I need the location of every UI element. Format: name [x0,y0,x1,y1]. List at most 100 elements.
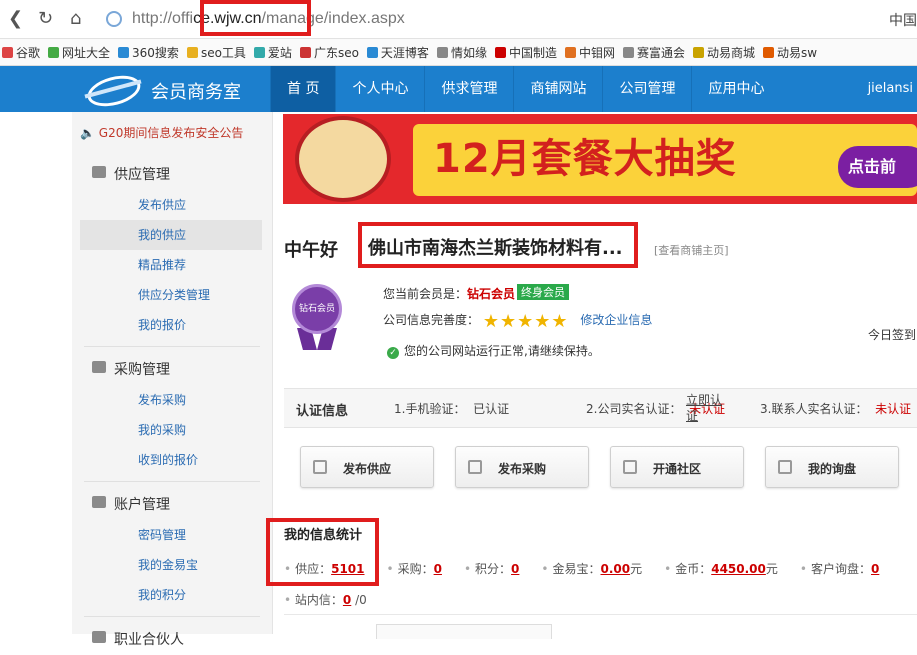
bookmark-item[interactable]: 情如缘 [436,44,487,61]
action-icon [313,460,327,474]
stat-value[interactable]: 0 [434,562,442,576]
member-level-value: 钻石会员 [467,287,516,301]
my-inquiry-button[interactable]: 我的询盘 [765,446,899,488]
back-icon[interactable]: ❮ [8,8,23,29]
greeting: 中午好 [284,240,338,261]
bookmark-icon [118,47,130,58]
view-shop-link[interactable]: [查看商铺主页] [654,242,729,258]
highlight-box-company [358,222,638,268]
bookmark-item[interactable]: 中国制造 [494,44,557,61]
nav-item[interactable]: 首 页 [270,66,336,112]
brand-title: 会员商务室 [151,82,241,103]
more-tab[interactable] [376,624,552,639]
nav-item[interactable]: 公司管理 [602,66,691,112]
bookmark-item[interactable]: 赛富通会 [622,44,685,61]
stat-value[interactable]: 0 [871,562,879,576]
stat-item: • 金易宝：0.00元 [541,562,643,576]
site-logo[interactable] [84,70,144,112]
publish-purchase-button[interactable]: 发布采购 [455,446,589,488]
divider [284,614,917,615]
bookmark-icon [253,47,265,58]
bookmark-item[interactable]: seo工具 [186,44,246,61]
bookmark-item[interactable]: 谷歌 [2,44,40,61]
reload-icon[interactable]: ↻ [38,8,53,29]
member-level-row: 您当前会员是：钻石会员 终身会员 [383,284,570,302]
user-name[interactable]: jielansi [868,81,913,96]
open-community-button[interactable]: 开通社区 [610,446,744,488]
inbox-unread[interactable]: 0 [343,593,351,607]
stat-value[interactable]: 0.00 [601,562,631,576]
bookmark-item[interactable]: 动易sw [763,44,817,61]
group-icon [92,496,106,508]
bookmark-icon [494,47,506,58]
bookmark-icon [48,47,60,58]
url-right-text: 中国 [889,13,917,29]
action-icon [623,460,637,474]
bookmark-item[interactable]: 网址大全 [48,44,110,61]
bookmark-icon [186,47,198,58]
group-icon [92,631,106,643]
banner-title: 12月套餐大抽奖 [433,136,737,182]
bookmark-icon [564,47,576,58]
nav-item[interactable]: 商铺网站 [513,66,602,112]
action-label: 开通社区 [653,462,702,476]
sidebar-item[interactable]: 我的积分 [72,580,272,610]
stat-value[interactable]: 4450.00 [711,562,766,576]
badge-medal-text: 钻石会员 [292,284,342,334]
sidebar-item[interactable]: 收到的报价 [72,445,272,475]
edit-company-link[interactable]: 修改企业信息 [580,313,652,327]
publish-supply-button[interactable]: 发布供应 [300,446,434,488]
action-label: 发布供应 [343,462,392,476]
highlight-box-url [200,0,311,36]
site-status-row: ✓ 您的公司网站运行正常,请继续保持。 [387,342,600,359]
signin-label[interactable]: 今日签到 [868,326,916,343]
sidebar-item[interactable]: 我的采购 [72,415,272,445]
sidebar-item[interactable]: 发布采购 [72,385,272,415]
nav-item[interactable]: 个人中心 [335,66,424,112]
bookmark-item[interactable]: 广东seo [299,44,359,61]
promo-banner[interactable]: 12月套餐大抽奖 点击前 [283,114,917,204]
sidebar-group-title: 供应管理 [72,152,272,190]
nav-item[interactable]: 供求管理 [424,66,513,112]
sidebar-item[interactable]: 我的报价 [72,310,272,340]
bookmark-item[interactable]: 爱站 [253,44,292,61]
notice-link[interactable]: 🔈 G20期间信息发布安全公告 [72,112,272,152]
auth-info-bar: 认证信息 1.手机验证： 已认证 2.公司实名认证： 未认证 立即认证 3.联系… [284,388,917,428]
stat-item: • 采购：0 [386,562,442,576]
auth-title: 认证信息 [296,404,349,419]
action-label: 发布采购 [498,462,547,476]
bookmark-icon [366,47,378,58]
check-icon: ✓ [387,347,399,359]
bookmark-item[interactable]: 360搜索 [118,44,179,61]
bookmark-icon [299,47,311,58]
bookmark-icon [693,47,704,58]
sidebar-item[interactable]: 我的供应 [80,220,262,250]
completeness-row: 公司信息完善度： ★★★★★ 修改企业信息 [383,311,653,332]
sidebar-group-title: 职业合伙人 [72,617,272,655]
sidebar-item[interactable]: 我的金易宝 [72,550,272,580]
bookmark-icon [436,47,448,58]
stat-value[interactable]: 0 [511,562,519,576]
sidebar-item[interactable]: 密码管理 [72,520,272,550]
inbox-stats: • 站内信：0 /0 [284,593,367,607]
bookmark-item[interactable]: 动易商城 [693,44,755,61]
site-header: 会员商务室 首 页个人中心 供求管理 商铺网站 公司管理 应用中心 jielansi [0,66,917,112]
company-verify-link[interactable]: 立即认证 [686,392,726,424]
group-icon [92,361,106,373]
bookmark-icon [763,47,775,58]
banner-button[interactable]: 点击前 [838,146,917,188]
bookmark-item[interactable]: 中钼网 [564,44,615,61]
sidebar-item[interactable]: 发布供应 [72,190,272,220]
sidebar-item[interactable]: 精品推荐 [72,250,272,280]
phone-verify: 1.手机验证： 已认证 [394,402,510,416]
prize-wheel-icon [295,116,391,202]
globe-icon [106,11,122,27]
bookmark-item[interactable]: 天涯博客 [366,44,429,61]
sidebar-item[interactable]: 供应分类管理 [72,280,272,310]
stat-item: • 金币：4450.00元 [664,562,778,576]
bookmark-icon [622,47,634,58]
sidebar: 🔈 G20期间信息发布安全公告 供应管理 发布供应 我的供应 精品推荐 供应分类管理 我的… [72,112,273,648]
highlight-box-stats [266,518,379,586]
nav-item[interactable]: 应用中心 [691,66,780,112]
home-icon[interactable]: ⌂ [70,8,81,29]
